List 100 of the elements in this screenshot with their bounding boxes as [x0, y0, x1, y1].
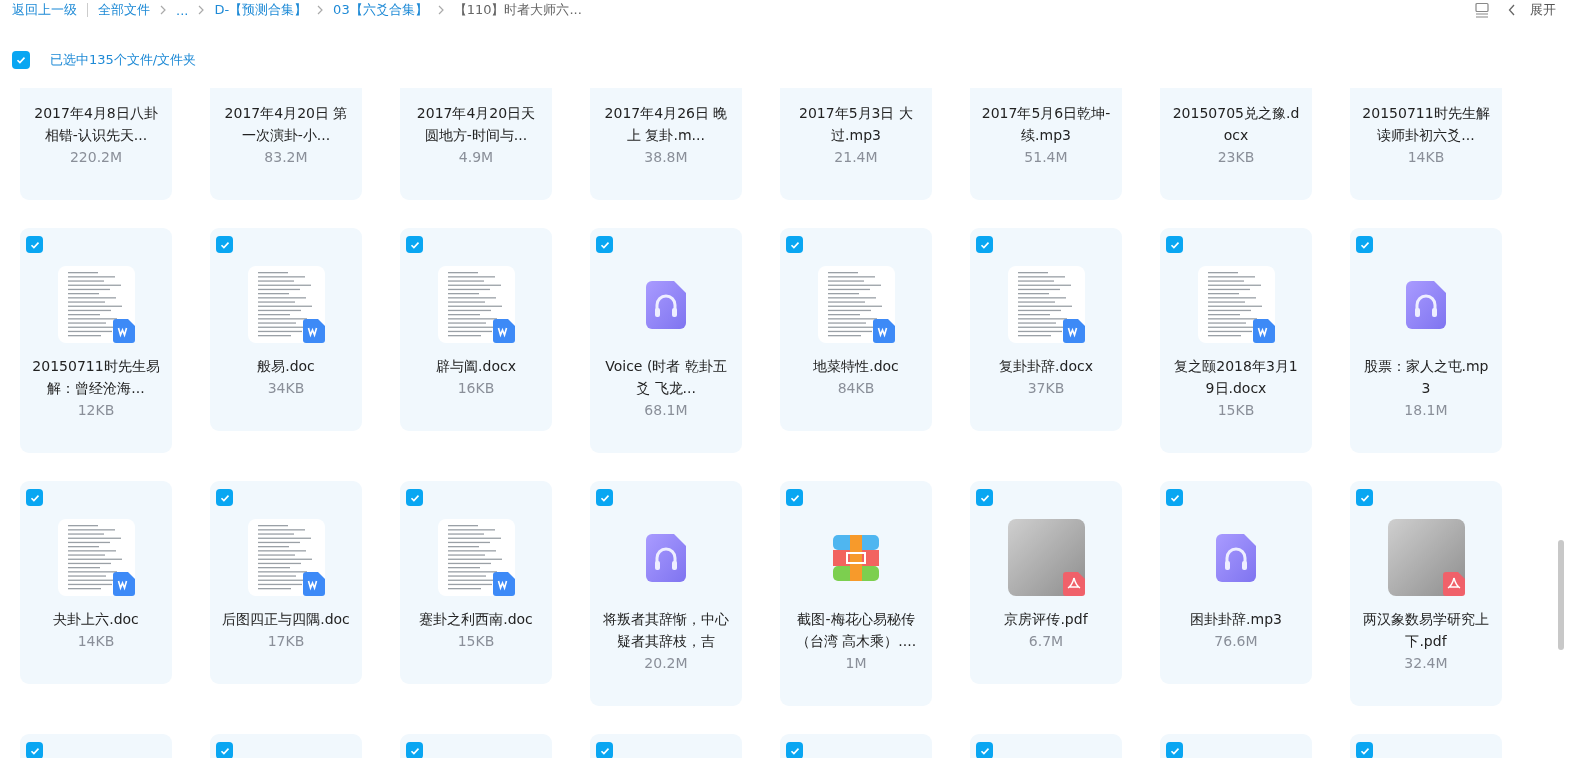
file-size: 17KB [267, 632, 305, 651]
file-card[interactable]: 般易.doc 34KB [210, 228, 362, 431]
file-name: 2017年5月3日 大过.mp3 [798, 104, 914, 145]
breadcrumb-link[interactable]: ... [176, 2, 189, 18]
file-checkbox[interactable] [26, 489, 43, 506]
file-name: 截图-梅花心易秘传（台湾 高木乘）.... [794, 610, 918, 651]
file-checkbox[interactable] [976, 489, 993, 506]
file-checkbox[interactable] [1356, 742, 1373, 758]
file-name: Voice (时者 乾卦五爻 飞龙... [604, 357, 728, 398]
file-size: 220.2M [69, 148, 123, 167]
file-card[interactable]: 复卦卦辞.docx 37KB [970, 228, 1122, 431]
file-card[interactable]: 2017年5月3日 大过.mp3 21.4M [780, 88, 932, 200]
file-size: 4.9M [458, 148, 494, 167]
breadcrumb-link[interactable]: 03【六爻合集】 [333, 1, 428, 19]
file-name: 20150711时先生解读师卦初六爻... [1361, 104, 1491, 145]
file-size: 23KB [1217, 148, 1255, 167]
file-checkbox[interactable] [1356, 489, 1373, 506]
file-checkbox[interactable] [216, 742, 233, 758]
file-card[interactable]: 京房评传.pdf 6.7M [970, 481, 1122, 684]
file-checkbox[interactable] [786, 489, 803, 506]
chevron-right-icon [160, 5, 166, 15]
file-name: 股票：家人之屯.mp3 [1362, 357, 1490, 398]
file-checkbox[interactable] [406, 489, 423, 506]
chevron-right-icon [198, 5, 205, 15]
breadcrumb-link[interactable]: 全部文件 [98, 1, 150, 19]
file-size: 16KB [457, 379, 495, 398]
file-size: 84KB [837, 379, 875, 398]
file-size: 76.6M [1214, 632, 1258, 651]
archive-file-icon [833, 534, 879, 581]
file-name: 两汉象数易学研究上下.pdf [1362, 610, 1490, 651]
breadcrumb-link[interactable]: D-【预测合集】 [214, 1, 308, 19]
file-size: 15KB [457, 632, 495, 651]
file-checkbox[interactable] [216, 489, 233, 506]
file-size: 12KB [77, 401, 115, 420]
file-checkbox[interactable] [786, 742, 803, 758]
file-card[interactable]: 2017年4月8日八卦相错-认识先天... 220.2M [20, 88, 172, 200]
file-card[interactable]: 2017年5月6日乾坤-续.mp3 51.4M [970, 88, 1122, 200]
file-card[interactable]: 20150711时先生解读师卦初六爻... 14KB [1350, 88, 1502, 200]
file-name: 地菜特性.doc [812, 357, 900, 376]
file-checkbox[interactable] [786, 236, 803, 253]
selection-count: 已选中135个文件/文件夹 [50, 51, 197, 69]
file-name: 20150711时先生易解：曾经沧海... [31, 357, 161, 398]
file-size: 21.4M [834, 148, 878, 167]
file-size: 6.7M [1028, 632, 1064, 651]
file-checkbox[interactable] [216, 236, 233, 253]
file-name: 蹇卦之利西南.doc [418, 610, 534, 629]
file-checkbox[interactable] [1166, 742, 1183, 758]
file-checkbox[interactable] [1166, 236, 1183, 253]
expand-label: 展开 [1530, 1, 1556, 19]
file-size: 68.1M [644, 401, 688, 420]
file-name: 复卦卦辞.docx [998, 357, 1094, 376]
file-size: 18.1M [1404, 401, 1448, 420]
current-folder[interactable]: 【110】时者大师六... [453, 1, 582, 19]
file-checkbox[interactable] [406, 742, 423, 758]
file-card[interactable]: 2017年4月20日 第一次演卦-小... 83.2M [210, 88, 362, 200]
audio-file-icon [646, 280, 686, 329]
file-checkbox[interactable] [26, 236, 43, 253]
file-size: 38.8M [644, 148, 688, 167]
file-checkbox[interactable] [596, 489, 613, 506]
audio-file-icon [1216, 533, 1256, 582]
file-name: 2017年4月8日八卦相错-认识先天... [33, 104, 159, 145]
file-card[interactable]: 辟与阖.docx 16KB [400, 228, 552, 431]
file-card[interactable]: 20150711时先生易解：曾经沧海... 12KB [20, 228, 172, 453]
file-checkbox[interactable] [26, 742, 43, 758]
file-card[interactable]: 股票：家人之屯.mp3 18.1M [1350, 228, 1502, 453]
file-card[interactable]: 20150705兑之豫.docx 23KB [1160, 88, 1312, 200]
file-name: 夬卦上六.doc [52, 610, 140, 629]
file-card[interactable]: 将叛者其辞惭，中心疑者其辞枝，吉 20.2M [590, 481, 742, 706]
file-card[interactable]: Voice (时者 乾卦五爻 飞龙... 68.1M [590, 228, 742, 453]
checkmark-icon [15, 54, 27, 66]
expand-button[interactable]: 展开 [1508, 1, 1556, 19]
file-size: 32.4M [1404, 654, 1448, 673]
file-checkbox[interactable] [976, 236, 993, 253]
file-card[interactable]: 夬卦上六.doc 14KB [20, 481, 172, 684]
breadcrumb-link[interactable]: 返回上一级 [12, 1, 77, 19]
file-name: 2017年4月26日 晚上 复卦.m... [603, 104, 729, 145]
file-size: 20.2M [644, 654, 688, 673]
file-card[interactable]: 蹇卦之利西南.doc 15KB [400, 481, 552, 684]
file-checkbox[interactable] [406, 236, 423, 253]
file-size: 14KB [1407, 148, 1445, 167]
file-name: 辟与阖.docx [435, 357, 517, 376]
file-checkbox[interactable] [596, 742, 613, 758]
file-card[interactable]: 后图四正与四隅.doc 17KB [210, 481, 362, 684]
file-card[interactable]: 两汉象数易学研究上下.pdf 32.4M [1350, 481, 1502, 706]
file-checkbox[interactable] [596, 236, 613, 253]
file-name: 京房评传.pdf [1003, 610, 1089, 629]
file-name: 般易.doc [256, 357, 316, 376]
audio-file-icon [1406, 280, 1446, 329]
file-card[interactable]: 截图-梅花心易秘传（台湾 高木乘）.... 1M [780, 481, 932, 706]
file-card[interactable]: 2017年4月20日天圆地方-时间与... 4.9M [400, 88, 552, 200]
file-checkbox[interactable] [976, 742, 993, 758]
file-checkbox[interactable] [1166, 489, 1183, 506]
file-card[interactable]: 2017年4月26日 晚上 复卦.m... 38.8M [590, 88, 742, 200]
file-card[interactable]: 复之颐2018年3月19日.docx 15KB [1160, 228, 1312, 453]
file-card[interactable]: 困卦卦辞.mp3 76.6M [1160, 481, 1312, 684]
list-view-icon[interactable] [1474, 2, 1490, 18]
select-all-checkbox[interactable] [12, 51, 30, 69]
file-checkbox[interactable] [1356, 236, 1373, 253]
file-card[interactable]: 地菜特性.doc 84KB [780, 228, 932, 431]
scrollbar-thumb[interactable] [1558, 540, 1564, 650]
